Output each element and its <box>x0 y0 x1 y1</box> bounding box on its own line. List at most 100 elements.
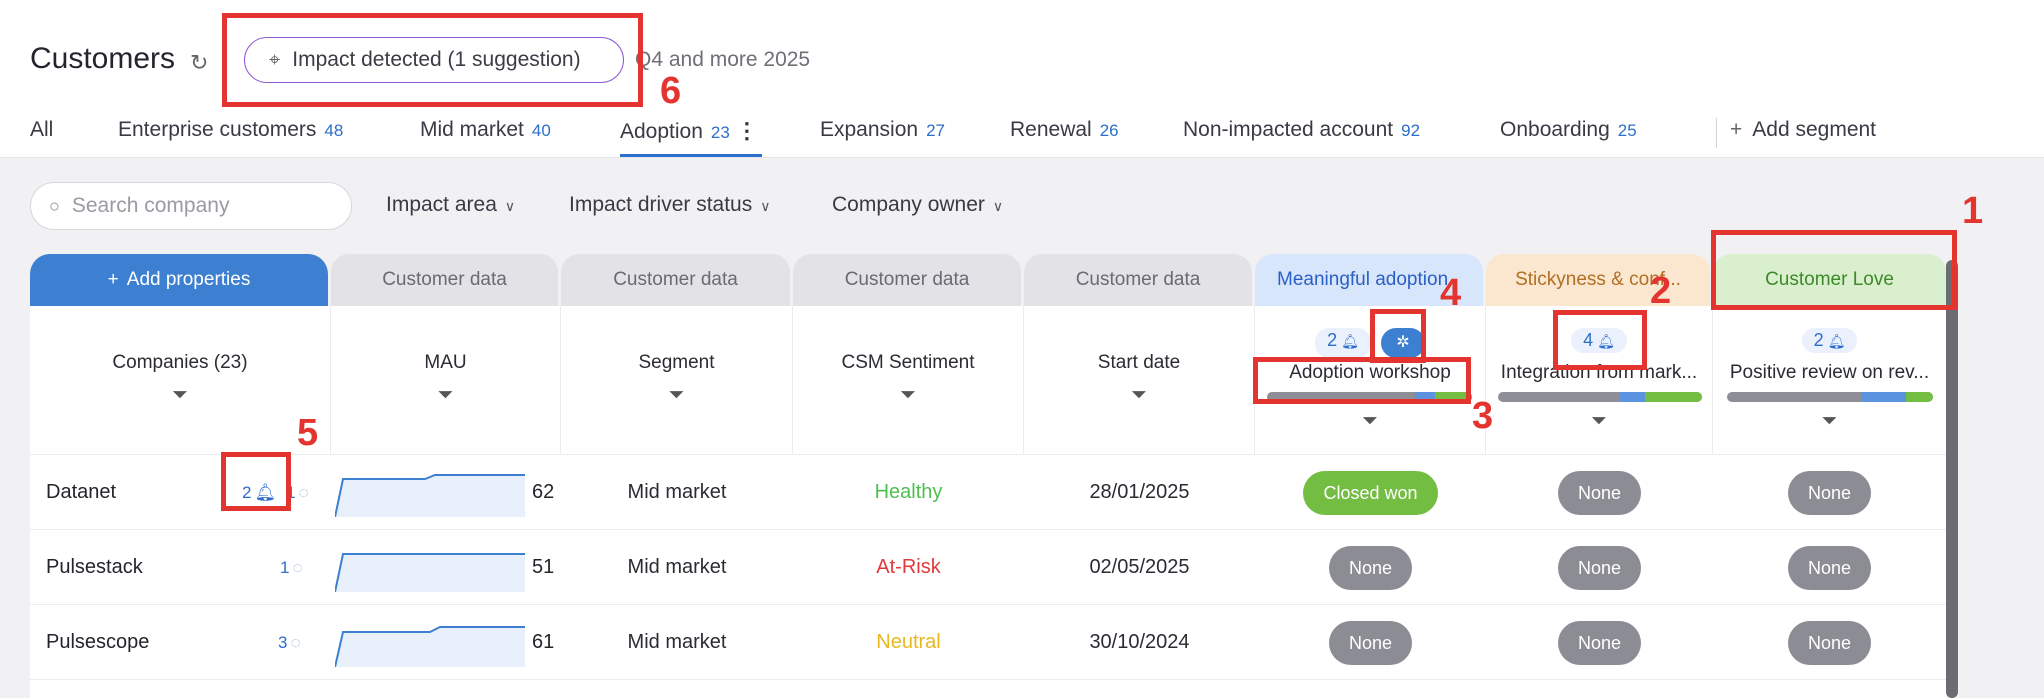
status-cell[interactable]: None <box>1486 530 1713 605</box>
tab-all[interactable]: All <box>30 118 53 142</box>
status-cell[interactable]: None <box>1255 530 1486 605</box>
tab-label: Onboarding <box>1500 118 1610 141</box>
company-name[interactable]: Datanet <box>46 455 116 530</box>
search-input[interactable]: ○ Search company <box>30 182 352 230</box>
funnel-icon[interactable]: ⏷ <box>793 384 1023 407</box>
add-segment-button[interactable]: + Add segment <box>1730 118 1876 142</box>
impact-count-badge[interactable]: 2 🔔︎ <box>1315 328 1371 358</box>
sentiment-value: Neutral <box>876 631 941 653</box>
plus-icon: + <box>107 269 119 290</box>
status-cell[interactable]: None <box>1486 455 1713 530</box>
company-name[interactable]: Pulsescope <box>46 605 149 680</box>
mau-sparkline <box>335 474 525 517</box>
funnel-icon[interactable]: ⏷ <box>1024 384 1254 407</box>
group-header-customer-data: Customer data <box>793 254 1021 306</box>
group-header-label: Customer data <box>382 269 507 290</box>
segment-value: Mid market <box>627 631 727 653</box>
status-pill[interactable]: Closed won <box>1303 470 1438 515</box>
status-pill[interactable]: None <box>1787 545 1872 590</box>
segment-tabs: All Enterprise customers 48 Mid market 40 … <box>0 110 2044 158</box>
status-pill[interactable]: None <box>1557 470 1642 515</box>
tab-label: Adoption <box>620 120 703 143</box>
filter-impact-driver-status[interactable]: Impact driver status ∨ <box>569 193 770 217</box>
add-properties-label: Add properties <box>126 269 251 290</box>
start-date-value: 30/10/2024 <box>1089 631 1190 653</box>
column-label: CSM Sentiment <box>841 352 975 373</box>
status-pill[interactable]: None <box>1328 620 1413 665</box>
tab-count: 27 <box>926 121 945 140</box>
search-icon: ○ <box>49 195 60 216</box>
funnel-icon[interactable]: ⏷ <box>1486 410 1712 433</box>
funnel-icon[interactable]: ⏷ <box>1713 410 1946 433</box>
status-pill[interactable]: None <box>1787 620 1872 665</box>
annotation-number: 4 <box>1440 272 1462 314</box>
vertical-scrollbar[interactable] <box>1946 260 1958 698</box>
filter-label: Company owner <box>832 193 985 216</box>
column-positive-review[interactable]: 2 🔔︎ Positive review on rev... ⏷ <box>1713 306 1946 454</box>
column-mau[interactable]: MAU ⏷ <box>331 306 561 454</box>
tab-enterprise[interactable]: Enterprise customers 48 <box>118 118 343 142</box>
add-properties-button[interactable]: + Add properties <box>30 254 328 306</box>
status-cell[interactable]: None <box>1713 530 1946 605</box>
status-cell[interactable]: None <box>1713 605 1946 680</box>
funnel-icon[interactable]: ⏷ <box>331 384 560 407</box>
refresh-icon[interactable]: ↻ <box>190 50 208 76</box>
tab-renewal[interactable]: Renewal 26 <box>1010 118 1119 142</box>
status-cell[interactable]: Closed won <box>1255 455 1486 530</box>
segment-value: Mid market <box>627 481 727 503</box>
lightbulb-icon: ◌ <box>290 632 301 652</box>
impact-count: 2 <box>1327 330 1338 350</box>
status-cell[interactable]: None <box>1255 605 1486 680</box>
column-label: MAU <box>424 352 467 373</box>
funnel-icon[interactable]: ⏷ <box>1255 410 1485 433</box>
plus-icon: + <box>1730 118 1743 141</box>
status-pill[interactable]: None <box>1557 620 1642 665</box>
page-title: Customers <box>30 42 176 75</box>
tab-mid-market[interactable]: Mid market 40 <box>420 118 551 142</box>
tab-label: Non-impacted account <box>1183 118 1394 141</box>
chevron-down-icon: ∨ <box>760 198 771 214</box>
status-cell[interactable]: None <box>1713 455 1946 530</box>
progress-segment <box>1906 392 1933 402</box>
table-row[interactable] <box>30 679 1946 698</box>
filter-label: Impact area <box>386 193 497 216</box>
table-row[interactable]: Datanet 2 🔔︎ 1 ◌ 62 Mid market Healthy 28/0… <box>30 454 1946 529</box>
status-cell[interactable]: None <box>1486 605 1713 680</box>
status-pill[interactable]: None <box>1787 470 1872 515</box>
column-segment[interactable]: Segment ⏷ <box>561 306 793 454</box>
tab-count: 23 <box>710 123 730 142</box>
tab-adoption[interactable]: Adoption 23 ⋮ <box>620 118 758 144</box>
column-start-date[interactable]: Start date ⏷ <box>1024 306 1255 454</box>
annotation-number: 2 <box>1650 270 1672 312</box>
column-companies[interactable]: Companies (23) ⏷ <box>30 306 331 454</box>
table-row[interactable]: Pulsestack 1 ◌ 51 Mid market At-Risk 02/0… <box>30 529 1946 604</box>
funnel-icon[interactable]: ⏷ <box>30 384 330 407</box>
tab-expansion[interactable]: Expansion 27 <box>820 118 945 142</box>
impact-progress-bar <box>1498 392 1702 402</box>
add-segment-label: Add segment <box>1752 118 1877 141</box>
status-pill[interactable]: None <box>1557 545 1642 590</box>
funnel-icon[interactable]: ⏷ <box>561 384 792 407</box>
tab-label: Expansion <box>820 118 919 141</box>
group-header-customer-data: Customer data <box>331 254 558 306</box>
group-header-customer-data: Customer data <box>561 254 790 306</box>
table-row[interactable]: Pulsescope 3 ◌ 61 Mid market Neutral 30/1… <box>30 604 1946 679</box>
kebab-icon[interactable]: ⋮ <box>736 118 758 143</box>
status-pill[interactable]: None <box>1328 545 1413 590</box>
company-meta[interactable]: 3 ◌ <box>278 605 301 680</box>
tab-non-impacted[interactable]: Non-impacted account 92 <box>1183 118 1420 142</box>
group-header-stickyness[interactable]: Stickyness & conf... <box>1486 254 1710 306</box>
progress-segment <box>1727 392 1861 402</box>
impact-column-label: Positive review on rev... <box>1729 362 1930 383</box>
filter-company-owner[interactable]: Company owner ∨ <box>832 193 1003 217</box>
company-name[interactable]: Pulsestack <box>46 530 143 605</box>
active-tab-indicator <box>620 154 762 157</box>
impact-count-badge[interactable]: 2 🔔︎ <box>1801 328 1858 353</box>
bell-icon: 🔔︎ <box>1341 333 1359 349</box>
company-meta[interactable]: 1 ◌ <box>280 530 303 605</box>
mau-sparkline <box>335 553 525 592</box>
filter-impact-area[interactable]: Impact area ∨ <box>386 193 515 217</box>
tab-onboarding[interactable]: Onboarding 25 <box>1500 118 1637 142</box>
group-header-label: Customer data <box>844 269 970 290</box>
column-csm-sentiment[interactable]: CSM Sentiment ⏷ <box>793 306 1024 454</box>
